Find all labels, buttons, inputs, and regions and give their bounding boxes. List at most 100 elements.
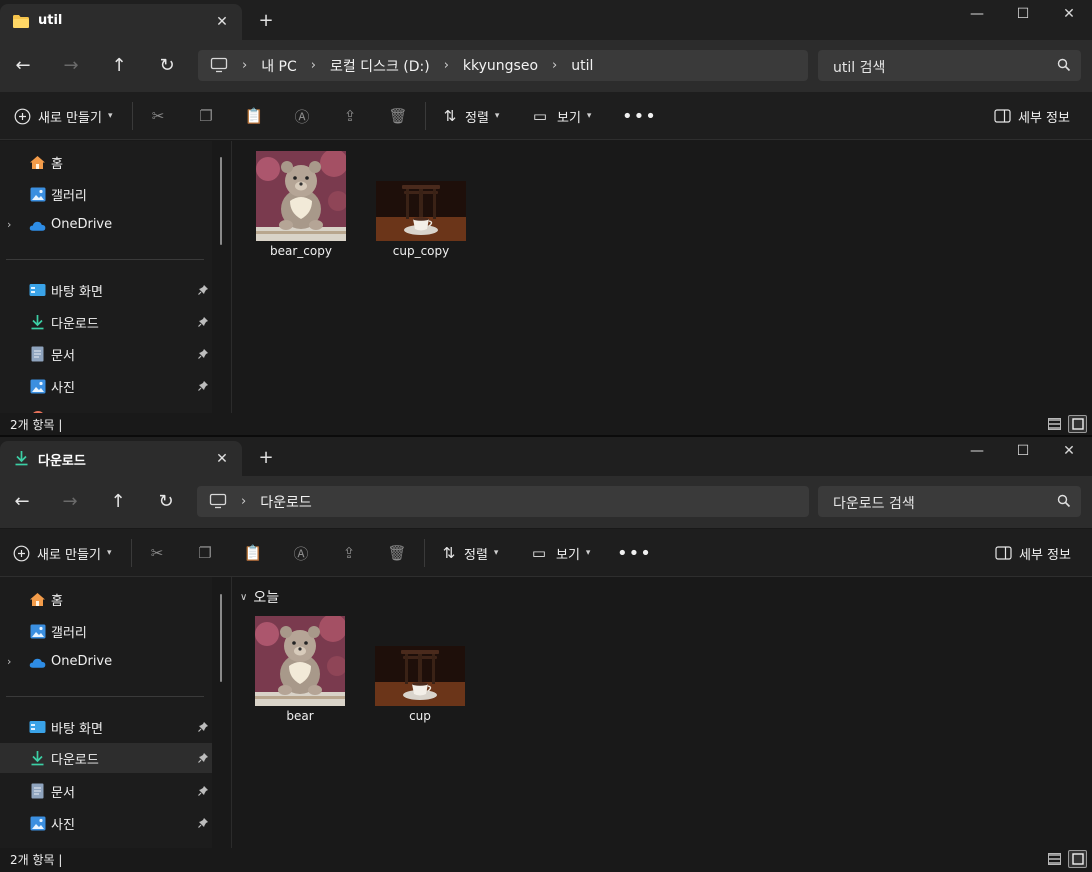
download-icon: [29, 314, 46, 330]
more-options-icon[interactable]: •••: [622, 104, 657, 128]
sidebar-item-onedrive[interactable]: › OneDrive: [0, 211, 212, 241]
back-arrow-icon[interactable]: ←: [9, 489, 35, 515]
forward-arrow-icon[interactable]: →: [58, 53, 84, 79]
copy-icon[interactable]: ❐: [195, 543, 215, 563]
rename-icon[interactable]: Ⓐ: [291, 543, 311, 563]
copy-icon[interactable]: ❐: [196, 106, 216, 126]
minimize-icon[interactable]: —: [954, 0, 1000, 30]
chevron-down-icon: ▾: [586, 111, 592, 121]
sidebar-item-gallery[interactable]: 갤러리: [0, 616, 212, 646]
rename-icon[interactable]: Ⓐ: [292, 106, 312, 126]
cut-icon[interactable]: ✂: [147, 543, 167, 563]
delete-icon[interactable]: 🗑: [388, 106, 408, 126]
pin-icon[interactable]: [197, 284, 209, 296]
address-bar[interactable]: › 내 PC › 로컬 디스크 (D:) › kkyungseo › util: [198, 50, 808, 81]
sidebar-item-documents[interactable]: 문서: [0, 776, 212, 806]
file-item[interactable]: cup_copy: [361, 150, 481, 270]
explorer-window-downloads: 다운로드 ✕ + — ☐ ✕ ← → ↑ ↻ › 다운로드 다운로드 검색 새로…: [0, 437, 1092, 872]
document-icon: [29, 783, 46, 799]
close-tab-icon[interactable]: ✕: [212, 449, 232, 469]
search-input[interactable]: 다운로드 검색: [818, 486, 1081, 517]
details-button[interactable]: 세부 정보: [993, 541, 1071, 565]
up-arrow-icon[interactable]: ↑: [105, 489, 131, 515]
tab-util[interactable]: util ✕: [0, 4, 242, 40]
paste-icon[interactable]: 📋: [243, 543, 263, 563]
pin-icon[interactable]: [197, 817, 209, 829]
plus-circle-icon: [12, 106, 32, 126]
pictures-icon: [29, 815, 46, 831]
chevron-right-icon[interactable]: ›: [241, 494, 246, 509]
share-icon[interactable]: ⇪: [339, 543, 359, 563]
sidebar-item-pictures[interactable]: 사진: [0, 371, 212, 401]
sort-button[interactable]: ⇅ 정렬 ▾: [439, 541, 499, 565]
chevron-right-icon[interactable]: ›: [7, 218, 11, 231]
back-arrow-icon[interactable]: ←: [10, 53, 36, 79]
paste-icon[interactable]: 📋: [244, 106, 264, 126]
divider: [132, 102, 133, 130]
sidebar-item-downloads[interactable]: 다운로드: [0, 307, 212, 337]
maximize-icon[interactable]: ☐: [1000, 437, 1046, 467]
sidebar-item-home[interactable]: 홈: [0, 584, 212, 614]
close-tab-icon[interactable]: ✕: [212, 12, 232, 32]
new-button[interactable]: 새로 만들기 ▾: [12, 104, 112, 128]
refresh-icon[interactable]: ↻: [153, 489, 179, 515]
details-button[interactable]: 세부 정보: [992, 104, 1070, 128]
breadcrumb-item[interactable]: 로컬 디스크 (D:): [330, 56, 430, 76]
sidebar-item-documents[interactable]: 문서: [0, 339, 212, 369]
pin-icon[interactable]: [197, 721, 209, 733]
chevron-right-icon[interactable]: ›: [242, 58, 247, 73]
sidebar-item-partial[interactable]: [0, 403, 212, 413]
details-view-icon[interactable]: [1045, 415, 1064, 433]
sidebar-item-gallery[interactable]: 갤러리: [0, 179, 212, 209]
delete-icon[interactable]: 🗑: [387, 543, 407, 563]
pin-icon[interactable]: [197, 316, 209, 328]
pin-icon[interactable]: [197, 348, 209, 360]
refresh-icon[interactable]: ↻: [154, 53, 180, 79]
file-item[interactable]: cup: [360, 615, 480, 735]
maximize-icon[interactable]: ☐: [1000, 0, 1046, 30]
sidebar-item-onedrive[interactable]: › OneDrive: [0, 648, 212, 678]
new-tab-icon[interactable]: +: [256, 10, 276, 32]
file-item[interactable]: bear: [240, 615, 360, 735]
chevron-right-icon[interactable]: ›: [552, 58, 557, 73]
sidebar-scrollbar[interactable]: [220, 157, 222, 245]
sidebar-item-home[interactable]: 홈: [0, 147, 212, 177]
cut-icon[interactable]: ✂: [148, 106, 168, 126]
sidebar-item-desktop[interactable]: 바탕 화면: [0, 712, 212, 742]
tab-downloads[interactable]: 다운로드 ✕: [0, 441, 242, 477]
details-view-icon[interactable]: [1045, 850, 1064, 868]
breadcrumb-item[interactable]: util: [571, 58, 593, 74]
pin-icon[interactable]: [197, 380, 209, 392]
large-icons-view-icon[interactable]: [1068, 850, 1087, 868]
sidebar-scrollbar[interactable]: [220, 594, 222, 682]
breadcrumb-item[interactable]: 내 PC: [261, 56, 297, 76]
close-window-icon[interactable]: ✕: [1046, 0, 1092, 30]
sidebar-item-pictures[interactable]: 사진: [0, 808, 212, 838]
file-item[interactable]: bear_copy: [241, 150, 361, 270]
view-button[interactable]: ▭ 보기 ▾: [529, 541, 591, 565]
minimize-icon[interactable]: —: [954, 437, 1000, 467]
new-tab-icon[interactable]: +: [256, 447, 276, 469]
sidebar-item-downloads[interactable]: 다운로드: [0, 743, 212, 773]
chevron-right-icon[interactable]: ›: [7, 655, 11, 668]
breadcrumb-item[interactable]: 다운로드: [260, 492, 312, 512]
large-icons-view-icon[interactable]: [1068, 415, 1087, 433]
new-button[interactable]: 새로 만들기 ▾: [11, 541, 111, 565]
more-options-icon[interactable]: •••: [617, 541, 652, 565]
chevron-right-icon[interactable]: ›: [444, 58, 449, 73]
sidebar-item-desktop[interactable]: 바탕 화면: [0, 275, 212, 305]
breadcrumb-item[interactable]: kkyungseo: [463, 58, 538, 74]
forward-arrow-icon[interactable]: →: [57, 489, 83, 515]
chevron-right-icon[interactable]: ›: [311, 58, 316, 73]
share-icon[interactable]: ⇪: [340, 106, 360, 126]
search-input[interactable]: util 검색: [818, 50, 1081, 81]
sort-button[interactable]: ⇅ 정렬 ▾: [440, 104, 500, 128]
pin-icon[interactable]: [197, 785, 209, 797]
up-arrow-icon[interactable]: ↑: [106, 53, 132, 79]
address-bar[interactable]: › 다운로드: [197, 486, 809, 517]
close-window-icon[interactable]: ✕: [1046, 437, 1092, 467]
home-icon: [29, 154, 46, 170]
view-button[interactable]: ▭ 보기 ▾: [530, 104, 592, 128]
pin-icon[interactable]: [197, 752, 209, 764]
group-header-today[interactable]: ∨ 오늘: [240, 587, 279, 607]
